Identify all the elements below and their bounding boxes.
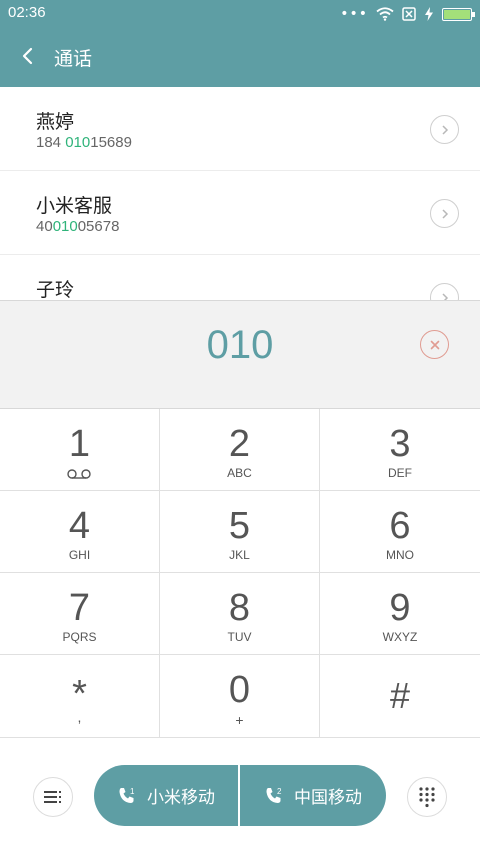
key-letters: + — [235, 712, 244, 728]
key-2[interactable]: 2 ABC — [160, 409, 320, 491]
key-hash[interactable]: # — [320, 655, 480, 738]
key-digit: 0 — [228, 669, 251, 711]
voicemail-icon — [67, 469, 91, 479]
chevron-right-icon — [441, 292, 448, 300]
status-bar: 02:36 ••• — [0, 0, 480, 28]
key-0[interactable]: 0 + — [160, 655, 320, 738]
sim2-label: 中国移动 — [294, 788, 362, 808]
status-time: 02:36 — [8, 4, 46, 21]
key-digit: # — [389, 675, 411, 716]
contact-number: 4001005678 — [36, 218, 120, 235]
key-letters: GHI — [68, 548, 91, 562]
contact-detail-button[interactable] — [430, 199, 459, 228]
key-star[interactable]: * , — [0, 655, 160, 738]
number-match-highlight: 010 — [65, 134, 91, 151]
contact-detail-button[interactable] — [430, 283, 459, 300]
call-button-group: 1 小米移动 2 中国移动 — [94, 765, 386, 826]
key-9[interactable]: 9 WXYZ — [320, 573, 480, 655]
key-digit: 7 — [68, 587, 91, 629]
key-digit: 5 — [228, 505, 251, 547]
dial-display: 010 — [0, 300, 480, 409]
dialed-number[interactable]: 010 — [0, 323, 480, 368]
contact-row[interactable]: 燕婷 184 01015689 — [0, 87, 480, 171]
key-letters: TUV — [227, 630, 252, 644]
key-letters: MNO — [386, 548, 414, 562]
key-digit: 9 — [389, 587, 411, 629]
key-digit: 3 — [389, 423, 411, 465]
svg-text:2: 2 — [277, 787, 282, 796]
chevron-right-icon — [441, 208, 448, 219]
call-sim2-button[interactable]: 2 中国移动 — [240, 765, 386, 826]
number-match-highlight: 010 — [52, 218, 78, 235]
contact-matches-list[interactable]: 燕婷 184 01015689 小米客服 4001005678 子玲 — [0, 87, 480, 300]
key-letters: , — [77, 709, 82, 725]
key-letters: WXYZ — [382, 630, 418, 644]
key-letters: JKL — [229, 548, 250, 562]
key-letters: ABC — [227, 466, 252, 480]
battery-icon — [442, 7, 475, 21]
key-7[interactable]: 7 PQRS — [0, 573, 160, 655]
more-dots-icon: ••• — [340, 6, 368, 22]
contact-name: 小米客服 — [36, 195, 113, 217]
call-sim1-button[interactable]: 1 小米移动 — [94, 765, 240, 826]
contact-name: 燕婷 — [36, 111, 75, 133]
charging-icon — [425, 7, 433, 21]
svg-text:1: 1 — [130, 787, 135, 796]
dialpad-grid-icon — [419, 787, 435, 808]
contact-row[interactable]: 小米客服 4001005678 — [0, 171, 480, 255]
menu-list-icon — [44, 791, 61, 803]
menu-button[interactable] — [33, 777, 73, 817]
key-digit: 6 — [389, 505, 411, 547]
key-8[interactable]: 8 TUV — [160, 573, 320, 655]
key-6[interactable]: 6 MNO — [320, 491, 480, 573]
chevron-left-icon — [22, 47, 33, 65]
dial-keypad: 1 2 ABC 3 DEF 4 GHI 5 JKL 6 MNO 7 PQRS 8… — [0, 409, 480, 738]
no-sim-icon — [402, 7, 416, 21]
contact-number: 184 01015689 — [36, 134, 132, 151]
clear-circle-icon — [430, 340, 439, 349]
key-digit: 8 — [228, 587, 251, 629]
contact-row[interactable]: 子玲 — [0, 255, 480, 300]
key-1[interactable]: 1 — [0, 409, 160, 491]
contact-detail-button[interactable] — [430, 115, 459, 144]
bottom-bar: 1 小米移动 2 中国移动 — [0, 738, 480, 853]
contact-name: 子玲 — [36, 279, 75, 300]
key-letters: PQRS — [62, 630, 97, 644]
wifi-icon — [376, 7, 394, 21]
key-3[interactable]: 3 DEF — [320, 409, 480, 491]
app-header: 通话 — [0, 28, 480, 87]
sim1-label: 小米移动 — [147, 788, 215, 808]
phone-sim2-icon: 2 — [266, 787, 282, 803]
key-digit: 4 — [68, 505, 91, 547]
clear-button[interactable] — [420, 330, 449, 359]
key-digit: 1 — [68, 423, 91, 465]
chevron-right-icon — [441, 124, 448, 135]
key-5[interactable]: 5 JKL — [160, 491, 320, 573]
status-icons: ••• — [340, 6, 475, 22]
key-digit: 2 — [228, 423, 251, 465]
dialpad-toggle-button[interactable] — [407, 777, 447, 817]
phone-sim1-icon: 1 — [119, 787, 135, 803]
key-letters: DEF — [388, 466, 412, 480]
back-button[interactable] — [16, 44, 40, 68]
key-4[interactable]: 4 GHI — [0, 491, 160, 573]
page-title: 通话 — [54, 48, 93, 70]
